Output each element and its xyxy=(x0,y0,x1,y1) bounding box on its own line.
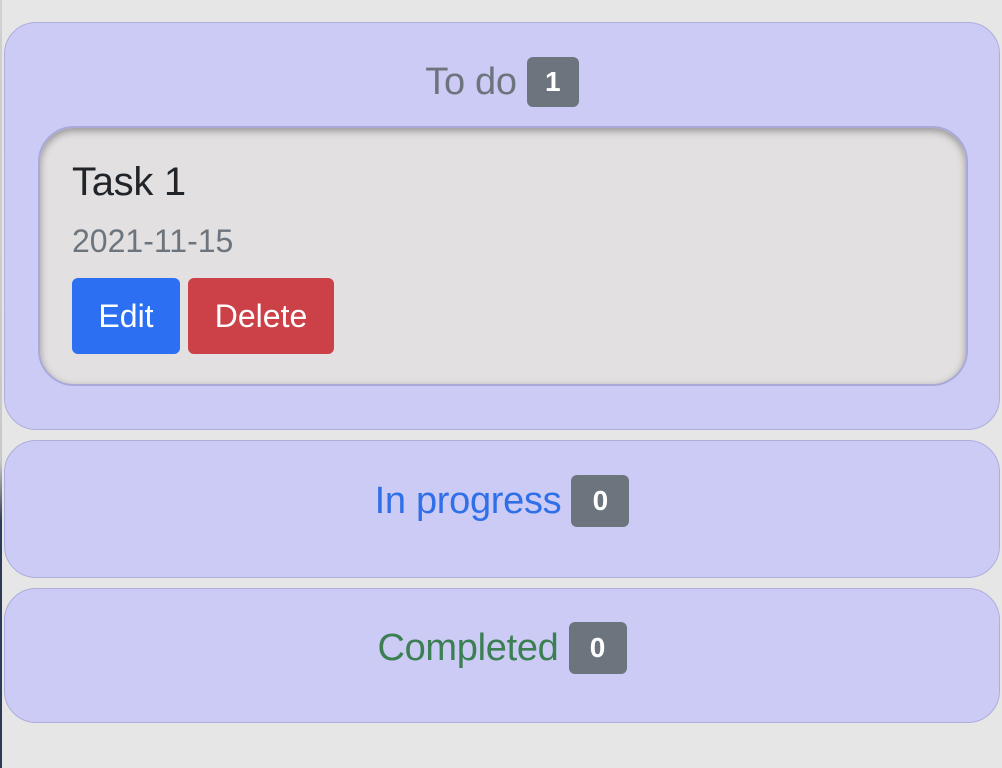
task-card: Task 1 2021-11-15 Edit Delete xyxy=(38,126,968,386)
in-progress-column: In progress 0 xyxy=(4,440,1000,578)
completed-column-header: Completed 0 xyxy=(5,622,999,674)
todo-count-badge: 1 xyxy=(526,57,579,107)
edit-task-button[interactable]: Edit xyxy=(72,278,180,354)
in-progress-column-title: In progress xyxy=(374,480,562,522)
completed-count-badge: 0 xyxy=(568,622,627,674)
completed-column: Completed 0 xyxy=(4,588,1000,723)
in-progress-count-badge: 0 xyxy=(571,475,630,527)
todo-column-header: To do 1 xyxy=(5,57,999,107)
in-progress-column-header: In progress 0 xyxy=(5,475,999,527)
todo-column-title: To do xyxy=(425,61,517,103)
delete-task-button[interactable]: Delete xyxy=(188,278,334,354)
window-edge xyxy=(0,0,2,768)
task-date: 2021-11-15 xyxy=(72,223,234,259)
completed-column-title: Completed xyxy=(377,627,559,669)
todo-column: To do 1 Task 1 2021-11-15 Edit Delete xyxy=(4,22,1000,430)
task-title: Task 1 xyxy=(72,160,186,204)
